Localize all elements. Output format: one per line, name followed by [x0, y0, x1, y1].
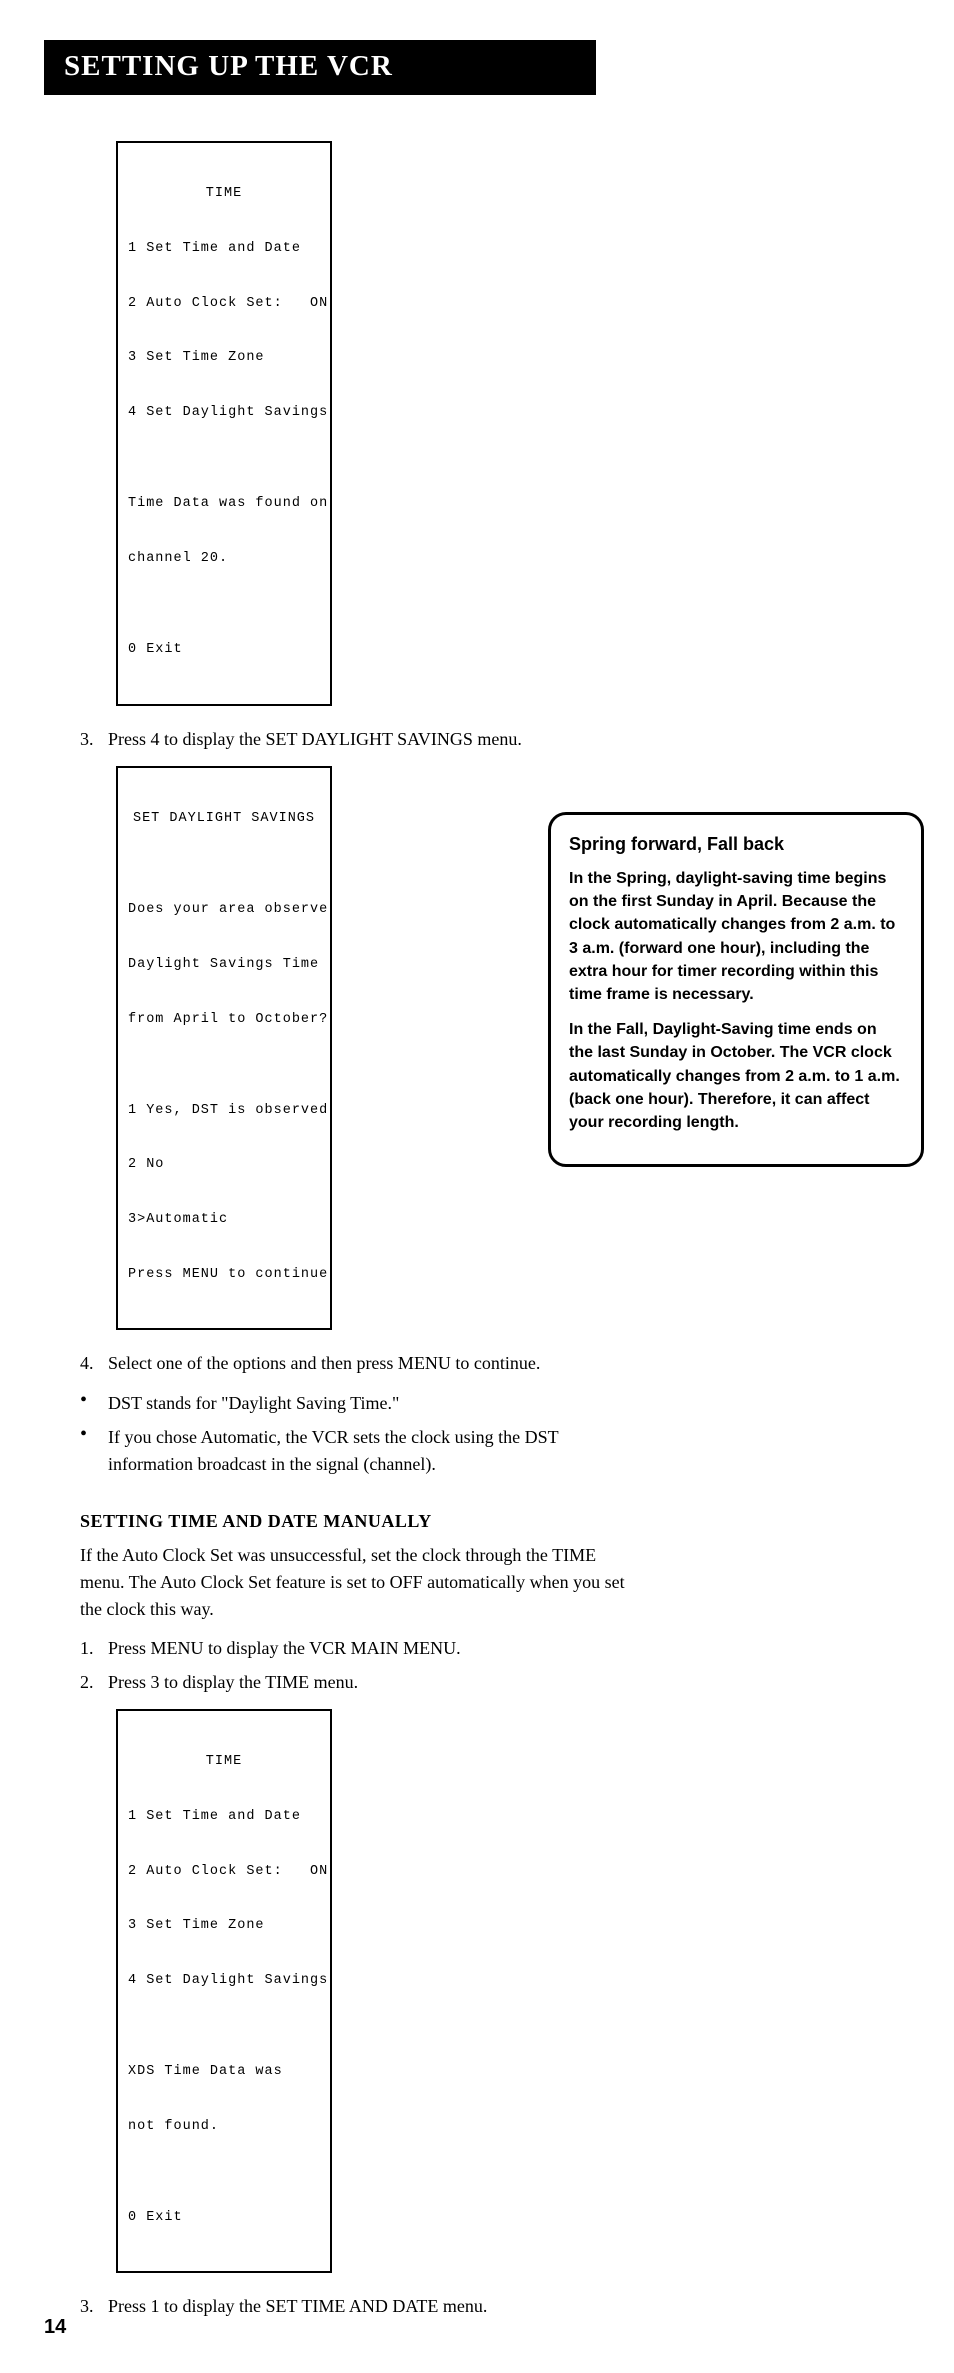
manual-page: Setting Up the VCR TIME 1 Set Time and D…: [0, 0, 954, 2373]
section-header: Setting Up the VCR: [44, 40, 596, 95]
step-item: 2. Press 3 to display the TIME menu.: [80, 1669, 640, 1695]
menu-line: not found.: [128, 2118, 320, 2136]
bullet-marker: •: [80, 1424, 108, 1476]
content-column: TIME 1 Set Time and Date 2 Auto Clock Se…: [80, 141, 640, 2319]
sidebar-paragraph: In the Spring, daylight-saving time begi…: [569, 867, 903, 1006]
step-number: 4.: [80, 1350, 108, 1376]
menu-line: Does your area observe: [128, 901, 320, 919]
bullet-text: DST stands for "Daylight Saving Time.": [108, 1390, 399, 1416]
menu-line: Press MENU to continue: [128, 1266, 320, 1284]
step-list: 4. Select one of the options and then pr…: [80, 1350, 640, 1376]
menu-title: TIME: [128, 185, 320, 203]
menu-line: XDS Time Data was: [128, 2063, 320, 2081]
step-item: 4. Select one of the options and then pr…: [80, 1350, 640, 1376]
menu-title: TIME: [128, 1753, 320, 1771]
sidebar-title: Spring forward, Fall back: [569, 831, 903, 857]
menu-line: 3 Set Time Zone: [128, 1917, 320, 1935]
menu-line: 2 Auto Clock Set: ON: [128, 1863, 320, 1881]
osd-menu-time-1: TIME 1 Set Time and Date 2 Auto Clock Se…: [116, 141, 332, 706]
step-text: Press MENU to display the VCR MAIN MENU.: [108, 1635, 461, 1661]
menu-title: SET DAYLIGHT SAVINGS: [128, 810, 320, 828]
step-item: 3. Press 1 to display the SET TIME AND D…: [80, 2293, 640, 2319]
menu-line: 2 Auto Clock Set: ON: [128, 295, 320, 313]
section-title: Setting Up the VCR: [64, 50, 580, 83]
sidebar-paragraph: In the Fall, Daylight-Saving time ends o…: [569, 1018, 903, 1134]
menu-line: channel 20.: [128, 550, 320, 568]
step-list: 3. Press 1 to display the SET TIME AND D…: [80, 2293, 640, 2319]
step-text: Select one of the options and then press…: [108, 1350, 540, 1376]
step-list: 3. Press 4 to display the SET DAYLIGHT S…: [80, 726, 640, 752]
menu-line: 1 Set Time and Date: [128, 240, 320, 258]
menu-line: 4 Set Daylight Savings: [128, 1972, 320, 1990]
menu-line: 3>Automatic: [128, 1211, 320, 1229]
menu-line: 2 No: [128, 1156, 320, 1174]
step-number: 3.: [80, 2293, 108, 2319]
step-number: 1.: [80, 1635, 108, 1661]
paragraph: If the Auto Clock Set was unsuccessful, …: [80, 1542, 640, 1623]
step-text: Press 4 to display the SET DAYLIGHT SAVI…: [108, 726, 522, 752]
menu-line: from April to October?: [128, 1011, 320, 1029]
osd-menu-daylight: SET DAYLIGHT SAVINGS Does your area obse…: [116, 766, 332, 1331]
step-number: 2.: [80, 1669, 108, 1695]
menu-line: Time Data was found on: [128, 495, 320, 513]
step-text: Press 1 to display the SET TIME AND DATE…: [108, 2293, 487, 2319]
step-number: 3.: [80, 726, 108, 752]
menu-line: 0 Exit: [128, 641, 320, 659]
menu-line: 4 Set Daylight Savings: [128, 404, 320, 422]
bullet-item: • If you chose Automatic, the VCR sets t…: [80, 1424, 640, 1476]
menu-line: 3 Set Time Zone: [128, 349, 320, 367]
menu-line: 0 Exit: [128, 2209, 320, 2227]
menu-line: 1 Set Time and Date: [128, 1808, 320, 1826]
bullet-item: • DST stands for "Daylight Saving Time.": [80, 1390, 640, 1416]
osd-menu-time-2: TIME 1 Set Time and Date 2 Auto Clock Se…: [116, 1709, 332, 2274]
menu-line: 1 Yes, DST is observed: [128, 1102, 320, 1120]
menu-line: Daylight Savings Time: [128, 956, 320, 974]
bullet-marker: •: [80, 1390, 108, 1416]
page-number: 14: [44, 2316, 66, 2339]
step-list: 1. Press MENU to display the VCR MAIN ME…: [80, 1635, 640, 1695]
step-item: 3. Press 4 to display the SET DAYLIGHT S…: [80, 726, 640, 752]
step-item: 1. Press MENU to display the VCR MAIN ME…: [80, 1635, 640, 1661]
subsection-heading: Setting Time and Date Manually: [80, 1511, 640, 1532]
bullet-text: If you chose Automatic, the VCR sets the…: [108, 1424, 640, 1476]
step-text: Press 3 to display the TIME menu.: [108, 1669, 358, 1695]
bullet-list: • DST stands for "Daylight Saving Time."…: [80, 1390, 640, 1476]
sidebar-note: Spring forward, Fall back In the Spring,…: [548, 812, 924, 1167]
